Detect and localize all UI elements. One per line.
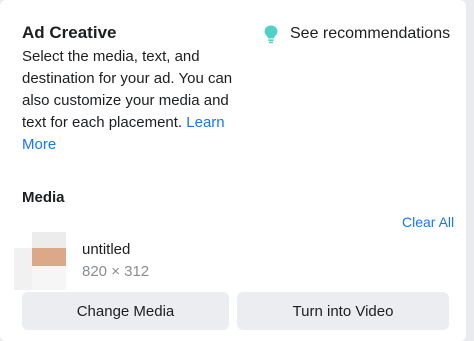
section-description: Select the media, text, and destination … [22,46,250,156]
change-media-button[interactable]: Change Media [22,292,229,330]
media-heading: Media [22,189,65,206]
turn-into-video-button[interactable]: Turn into Video [237,292,449,330]
lightbulb-icon [262,24,280,44]
section-title: Ad Creative [22,23,117,42]
clear-all-link[interactable]: Clear All [402,212,454,232]
see-recommendations-label: See recommendations [290,25,451,42]
ad-creative-card: Ad Creative See recommendations Select t… [0,0,466,341]
see-recommendations-link[interactable]: See recommendations [262,23,450,45]
media-file-dimensions: 820 × 312 [82,263,150,280]
media-file-name: untitled [82,241,131,258]
media-thumbnail [14,232,66,290]
